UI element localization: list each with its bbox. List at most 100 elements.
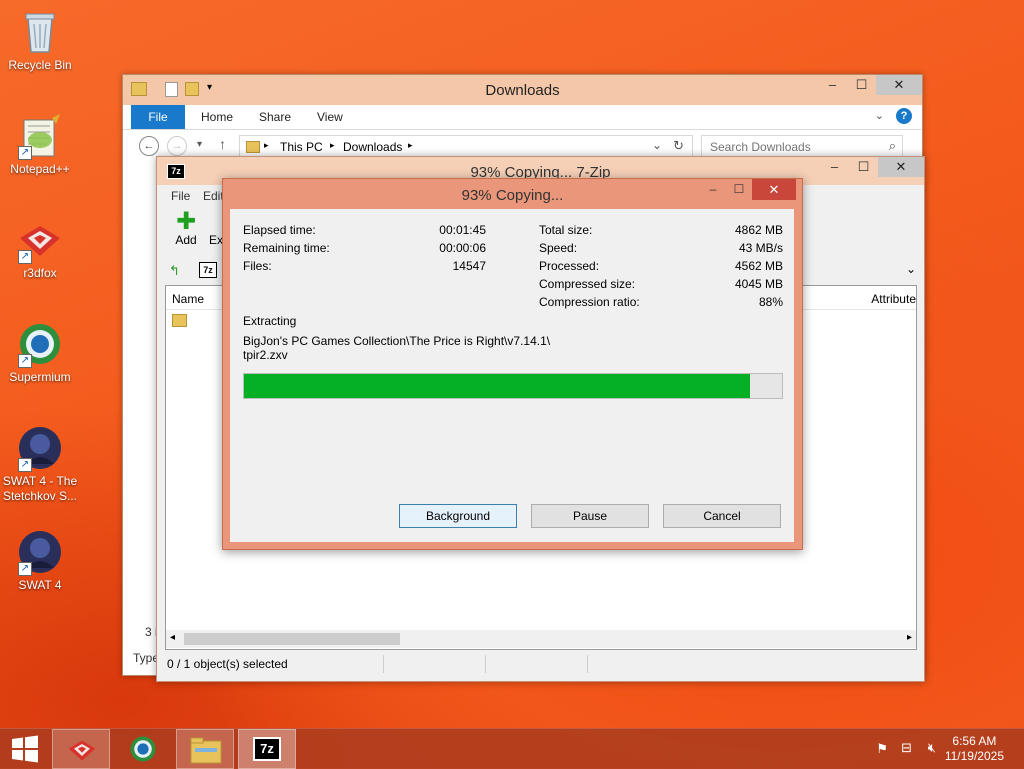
sevenzip-app-icon: 7z	[253, 737, 281, 761]
help-icon[interactable]: ?	[896, 108, 912, 124]
column-header-name[interactable]: Name	[172, 292, 204, 306]
close-button[interactable]: ✕	[878, 157, 924, 177]
scrollbar-thumb[interactable]	[184, 633, 400, 645]
ribbon-tab-view[interactable]: View	[317, 110, 343, 124]
desktop-icon-recycle-bin[interactable]: Recycle Bin	[0, 8, 80, 73]
breadcrumb-downloads[interactable]: Downloads	[343, 140, 402, 154]
desktop-icon-supermium[interactable]: ↗ Supermium	[0, 320, 80, 385]
menu-file[interactable]: File	[171, 189, 190, 203]
elapsed-time-value: 00:01:45	[439, 223, 486, 237]
maximize-button[interactable]: ☐	[849, 157, 878, 177]
column-header-attributes[interactable]: Attribute	[871, 292, 916, 306]
taskbar-supermium[interactable]	[114, 729, 172, 769]
compression-ratio-value: 88%	[758, 295, 783, 309]
action-center-flag-icon[interactable]: ⚑	[876, 741, 888, 757]
network-icon[interactable]: ⊟	[901, 740, 912, 756]
recycle-bin-icon	[16, 8, 64, 56]
address-dropdown-icon[interactable]: ⌄	[652, 138, 662, 152]
add-button[interactable]: ✚ Add	[169, 208, 203, 251]
plus-icon: ✚	[175, 208, 197, 235]
shortcut-arrow-icon: ↗	[18, 458, 32, 472]
compressed-size-value: 4045 MB	[734, 277, 783, 291]
minimize-button[interactable]: –	[700, 179, 726, 200]
dialog-body: Elapsed time: 00:01:45 Remaining time: 0…	[230, 209, 794, 542]
close-button[interactable]: ✕	[752, 179, 796, 200]
file-explorer-icon	[190, 737, 222, 764]
copy-progress-dialog: 93% Copying... – ☐ ✕ Elapsed time: 00:01…	[222, 178, 803, 550]
path-dropdown-icon[interactable]: ⌄	[906, 262, 916, 276]
status-divider	[587, 655, 588, 673]
scroll-right-icon[interactable]: ▸	[907, 632, 912, 643]
cancel-button[interactable]: Cancel	[663, 504, 781, 528]
search-icon[interactable]: ⌕	[889, 138, 896, 154]
search-input[interactable]	[708, 139, 872, 155]
folder-icon	[246, 141, 260, 153]
shortcut-arrow-icon: ↗	[18, 354, 32, 368]
remaining-time-label: Remaining time:	[243, 241, 330, 255]
ribbon-tab-file[interactable]: File	[131, 105, 185, 129]
desktop-icon-notepadpp[interactable]: ↗ Notepad++	[0, 112, 80, 177]
dialog-titlebar[interactable]: 93% Copying... – ☐ ✕	[223, 179, 802, 209]
taskbar: 7z ⚑ ⊟ 🔇︎ 6:56 AM 11/19/2025	[0, 728, 1024, 769]
status-divider	[383, 655, 384, 673]
shortcut-arrow-icon: ↗	[18, 250, 32, 264]
notepadpp-icon: ↗	[16, 112, 64, 160]
list-item[interactable]	[170, 312, 190, 328]
explorer-titlebar[interactable]: ▾ Downloads – ☐ ✕	[123, 75, 922, 105]
desktop-icon-r3dfox[interactable]: ↗ r3dfox	[0, 216, 80, 281]
taskbar-file-explorer[interactable]	[176, 729, 234, 769]
horizontal-scrollbar[interactable]: ◂ ▸	[166, 630, 916, 648]
breadcrumb-this-pc[interactable]: This PC	[280, 140, 323, 154]
clock-time: 6:56 AM	[952, 734, 997, 748]
status-bar: 0 / 1 object(s) selected	[157, 653, 924, 677]
status-divider	[485, 655, 486, 673]
breadcrumb-separator-icon: ▸	[330, 140, 335, 150]
pause-button[interactable]: Pause	[531, 504, 649, 528]
start-button[interactable]	[0, 729, 50, 769]
breadcrumb-separator-icon: ▸	[408, 140, 413, 150]
total-size-label: Total size:	[539, 223, 593, 237]
background-button[interactable]: Background	[399, 504, 517, 528]
refresh-icon[interactable]: ↻	[673, 138, 684, 154]
desktop-icon-label: Supermium	[9, 370, 71, 384]
back-icon[interactable]: ←	[139, 136, 159, 156]
shortcut-arrow-icon: ↗	[18, 562, 32, 576]
clock[interactable]: 6:56 AM 11/19/2025	[945, 734, 1004, 764]
progress-bar-fill	[244, 374, 750, 398]
menu-edit[interactable]: Edit	[203, 189, 224, 203]
forward-icon[interactable]: →	[167, 136, 187, 156]
maximize-button[interactable]: ☐	[726, 179, 752, 200]
window-title: Downloads	[485, 82, 560, 99]
speed-value: 43 MB/s	[738, 241, 783, 255]
recent-locations-icon[interactable]: ▾	[197, 139, 202, 150]
shortcut-arrow-icon: ↗	[18, 146, 32, 160]
close-button[interactable]: ✕	[876, 75, 922, 95]
selection-status: 0 / 1 object(s) selected	[167, 657, 288, 671]
up-icon[interactable]: ↑	[219, 136, 226, 152]
sevenzip-path-icon: 7z	[199, 262, 217, 278]
ribbon-tab-home[interactable]: Home	[201, 110, 233, 124]
files-label: Files:	[243, 259, 272, 273]
compressed-size-label: Compressed size:	[539, 277, 636, 291]
volume-muted-icon[interactable]: 🔇︎	[928, 740, 936, 756]
minimize-button[interactable]: –	[818, 75, 847, 95]
remaining-time-value: 00:00:06	[439, 241, 486, 255]
current-file-name: tpir2.zxv	[243, 348, 288, 362]
ribbon: File Home Share View ⌄ ?	[123, 105, 922, 130]
desktop-icon-label: SWAT 4 - The Stetchkov S...	[2, 474, 78, 503]
desktop-icon-swat4[interactable]: ↗ SWAT 4	[0, 528, 80, 593]
desktop-icon-swat4-stetchkov[interactable]: ↗ SWAT 4 - The Stetchkov S...	[0, 424, 80, 504]
compression-ratio-label: Compression ratio:	[539, 295, 640, 309]
minimize-button[interactable]: –	[820, 157, 849, 177]
supermium-icon	[130, 736, 156, 762]
taskbar-7zip[interactable]: 7z	[238, 729, 296, 769]
total-size-value: 4862 MB	[734, 223, 783, 237]
up-folder-icon[interactable]: ↰	[169, 263, 183, 278]
folder-icon	[172, 314, 187, 327]
r3dfox-icon: ↗	[16, 216, 64, 264]
expand-ribbon-icon[interactable]: ⌄	[875, 109, 884, 122]
maximize-button[interactable]: ☐	[847, 75, 876, 95]
ribbon-tab-share[interactable]: Share	[259, 110, 291, 124]
taskbar-r3dfox[interactable]	[52, 729, 110, 769]
scroll-left-icon[interactable]: ◂	[170, 632, 175, 643]
